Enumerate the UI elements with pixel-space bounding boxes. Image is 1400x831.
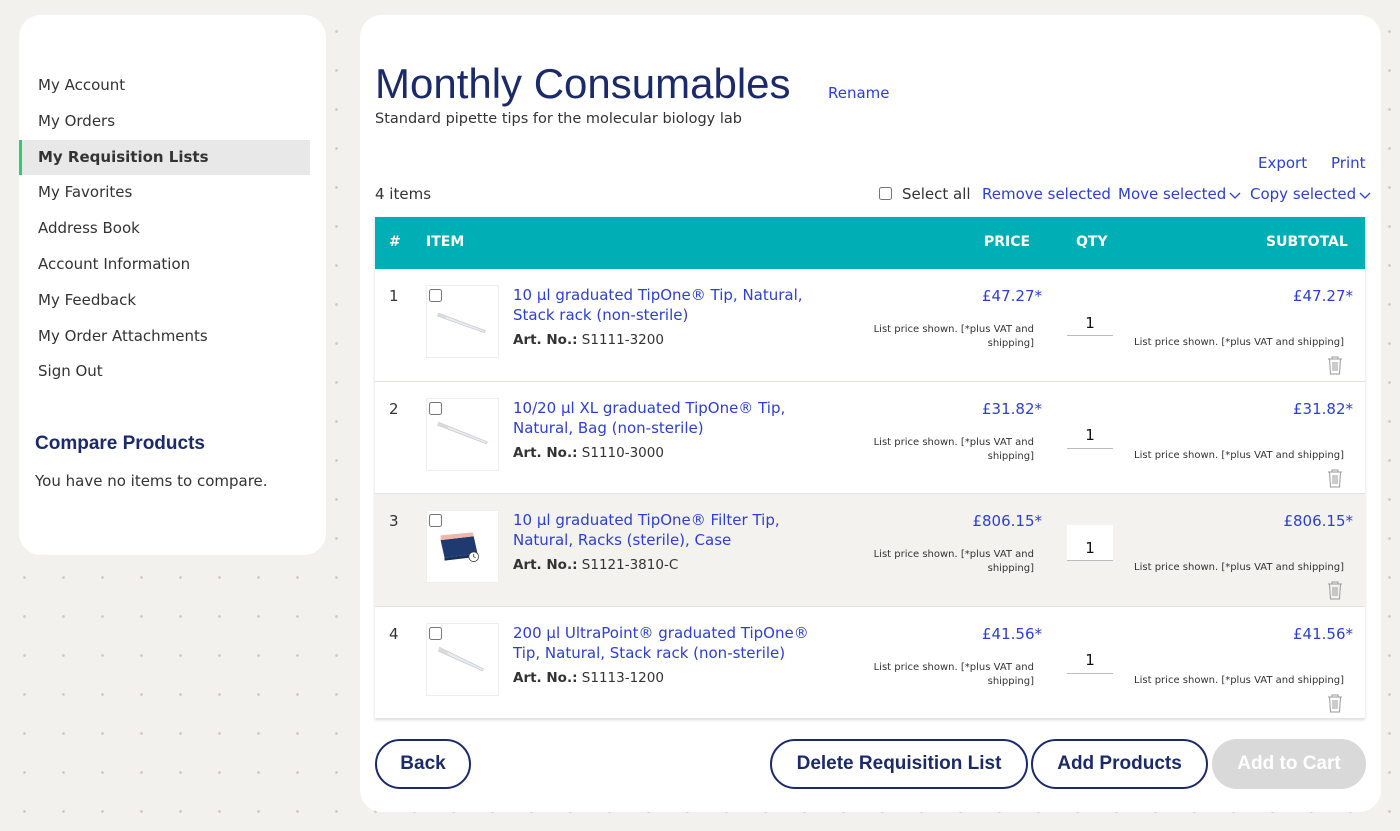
subtotal-note: List price shown. [*plus VAT and shippin… — [1134, 337, 1344, 348]
unit-price: £31.82* — [982, 399, 1042, 418]
table-row: 3 10 µl graduated TipOne® Filter Tip, Na… — [375, 494, 1365, 607]
account-sidebar: My Account My Orders My Requisition List… — [19, 15, 326, 555]
row-number: 3 — [389, 512, 399, 530]
article-number-label: Art. No.: — [513, 444, 578, 461]
article-number-value: S1121-3810-C — [581, 557, 679, 573]
quantity-input[interactable] — [1067, 637, 1113, 674]
remove-selected-link[interactable]: Remove selected — [982, 185, 1111, 203]
row-number: 1 — [389, 287, 399, 305]
row-select-checkbox[interactable] — [429, 514, 442, 527]
price-note: List price shown. [*plus VAT and shippin… — [873, 549, 1034, 574]
account-nav: My Account My Orders My Requisition List… — [19, 68, 310, 390]
row-subtotal: £31.82* — [1293, 399, 1353, 418]
row-select-checkbox[interactable] — [429, 401, 442, 415]
article-number-label: Art. No.: — [513, 332, 578, 348]
column-header-subtotal: SUBTOTAL — [1266, 234, 1348, 250]
product-name-link[interactable]: 200 µl UltraPoint® graduated TipOne® Tip… — [513, 623, 833, 663]
unit-price: £806.15* — [972, 512, 1042, 530]
trash-icon[interactable] — [1326, 468, 1344, 488]
table-row: 4 200 µl UltraPoint® graduated TipOne® T… — [375, 607, 1365, 719]
trash-icon[interactable] — [1326, 355, 1344, 375]
price-note: List price shown. [*plus VAT and shippin… — [873, 661, 1034, 687]
select-all-label[interactable]: Select all — [902, 185, 971, 203]
article-number: Art. No.: S1121-3810-C — [513, 557, 678, 573]
table-row: 2 10/20 µl XL graduated TipOne® Tip, Nat… — [375, 382, 1365, 494]
rename-link[interactable]: Rename — [828, 84, 890, 102]
requisition-list-panel: Monthly Consumables Rename Standard pipe… — [360, 15, 1381, 812]
product-name-link[interactable]: 10/20 µl XL graduated TipOne® Tip, Natur… — [513, 398, 833, 438]
column-header-item: ITEM — [426, 234, 465, 250]
price-note: List price shown. [*plus VAT and shippin… — [873, 436, 1034, 462]
export-link[interactable]: Export — [1258, 154, 1307, 172]
unit-price: £47.27* — [982, 287, 1042, 305]
select-all-checkbox[interactable] — [879, 187, 892, 200]
row-subtotal: £41.56* — [1293, 624, 1353, 643]
page-title: Monthly Consumables — [375, 60, 791, 107]
compare-products-empty-text: You have no items to compare. — [35, 472, 268, 490]
article-number-label: Art. No.: — [513, 669, 578, 686]
requisition-items-table: # ITEM PRICE QTY SUBTOTAL 1 10 µl gradua… — [375, 217, 1365, 719]
nav-item-sign-out[interactable]: Sign Out — [19, 354, 310, 390]
nav-item-my-orders[interactable]: My Orders — [19, 104, 310, 140]
copy-selected-dropdown[interactable]: Copy selected — [1250, 185, 1371, 203]
unit-price: £41.56* — [982, 624, 1042, 643]
compare-products-title: Compare Products — [35, 433, 205, 454]
nav-item-account-information[interactable]: Account Information — [19, 247, 310, 283]
delete-requisition-list-button[interactable]: Delete Requisition List — [770, 739, 1028, 789]
article-number: Art. No.: S1113-1200 — [513, 670, 664, 686]
article-number: Art. No.: S1111-3200 — [513, 332, 664, 348]
subtotal-note: List price shown. [*plus VAT and shippin… — [1134, 562, 1344, 573]
chevron-down-icon — [1229, 192, 1241, 199]
row-number: 4 — [389, 624, 399, 643]
trash-icon[interactable] — [1326, 580, 1344, 600]
item-count: 4 items — [375, 185, 432, 203]
column-header-number: # — [389, 234, 401, 250]
product-name-link[interactable]: 10 µl graduated TipOne® Tip, Natural, St… — [513, 285, 833, 325]
nav-item-my-feedback[interactable]: My Feedback — [19, 283, 310, 319]
trash-icon[interactable] — [1326, 693, 1344, 713]
article-number-value: S1111-3200 — [581, 332, 664, 348]
move-selected-dropdown[interactable]: Move selected — [1118, 185, 1241, 203]
article-number-value: S1110-3000 — [581, 444, 664, 461]
table-header: # ITEM PRICE QTY SUBTOTAL — [375, 217, 1365, 269]
nav-item-address-book[interactable]: Address Book — [19, 211, 310, 247]
quantity-input[interactable] — [1067, 412, 1113, 449]
add-to-cart-button[interactable]: Add to Cart — [1212, 739, 1366, 789]
add-products-button[interactable]: Add Products — [1031, 739, 1208, 789]
list-description: Standard pipette tips for the molecular … — [375, 111, 742, 127]
row-select-checkbox[interactable] — [429, 289, 442, 302]
product-name-link[interactable]: 10 µl graduated TipOne® Filter Tip, Natu… — [513, 510, 833, 550]
nav-item-my-account[interactable]: My Account — [19, 68, 310, 104]
copy-selected-label: Copy selected — [1250, 185, 1357, 203]
row-subtotal: £47.27* — [1293, 287, 1353, 305]
subtotal-note: List price shown. [*plus VAT and shippin… — [1134, 674, 1344, 686]
nav-item-my-requisition-lists[interactable]: My Requisition Lists — [19, 139, 310, 176]
row-subtotal: £806.15* — [1283, 512, 1353, 530]
article-number-value: S1113-1200 — [581, 669, 664, 686]
subtotal-note: List price shown. [*plus VAT and shippin… — [1134, 449, 1344, 461]
row-select-checkbox[interactable] — [429, 626, 442, 640]
move-selected-label: Move selected — [1118, 185, 1227, 203]
column-header-qty: QTY — [1076, 234, 1108, 250]
quantity-input[interactable] — [1067, 300, 1113, 336]
nav-item-my-favorites[interactable]: My Favorites — [19, 175, 310, 211]
back-button[interactable]: Back — [375, 739, 471, 789]
nav-item-my-order-attachments[interactable]: My Order Attachments — [19, 319, 310, 355]
chevron-down-icon — [1359, 192, 1371, 199]
article-number-label: Art. No.: — [513, 557, 578, 573]
price-note: List price shown. [*plus VAT and shippin… — [873, 324, 1034, 349]
row-number: 2 — [389, 399, 399, 418]
quantity-input[interactable] — [1067, 525, 1113, 561]
table-row: 1 10 µl graduated TipOne® Tip, Natural, … — [375, 269, 1365, 382]
article-number: Art. No.: S1110-3000 — [513, 445, 664, 461]
print-link[interactable]: Print — [1331, 154, 1366, 172]
column-header-price: PRICE — [984, 234, 1031, 250]
